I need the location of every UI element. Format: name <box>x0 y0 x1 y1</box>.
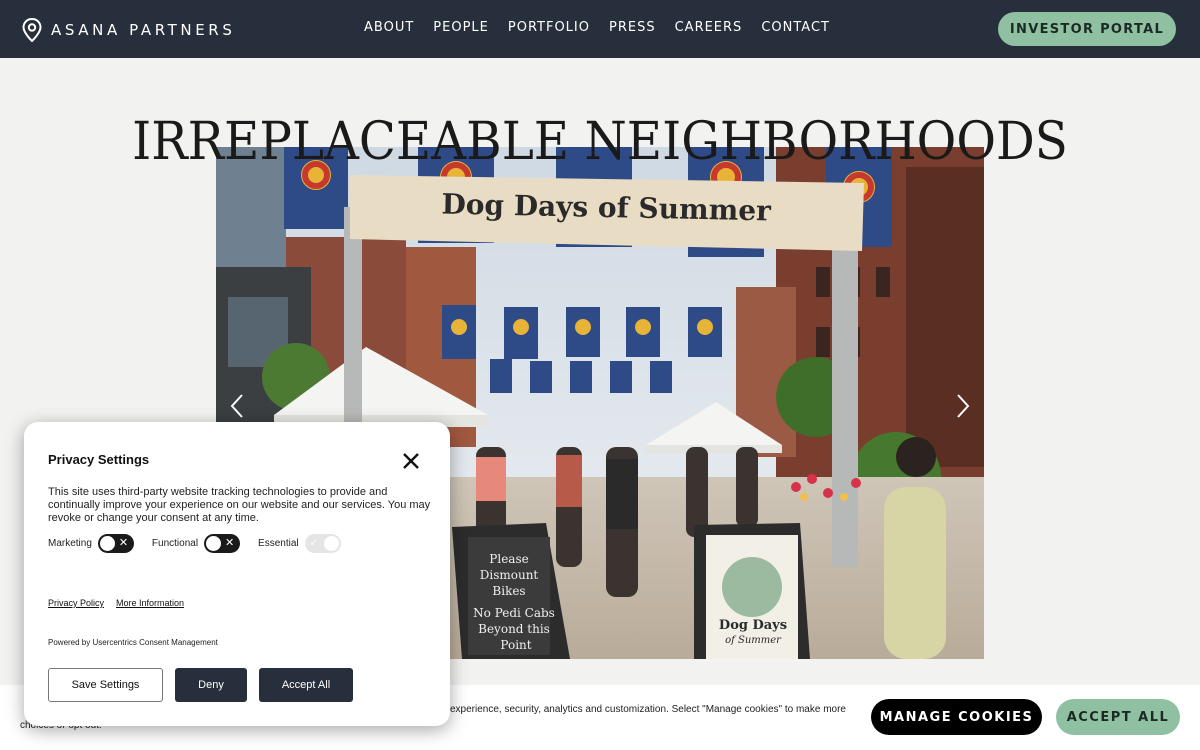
hero-title: IRREPLACEABLE NEIGHBORHOODS <box>132 112 1068 172</box>
more-information-link[interactable]: More Information <box>116 598 184 608</box>
x-mark-icon: ✕ <box>118 537 129 549</box>
consent-toggles: Marketing ✕ Functional ✕ Essential ✓ <box>48 534 359 553</box>
svg-text:Please: Please <box>489 552 528 566</box>
nav-portfolio[interactable]: PORTFOLIO <box>508 20 590 35</box>
main-nav: ABOUT PEOPLE PORTFOLIO PRESS CAREERS CON… <box>364 20 849 35</box>
toggle-knob <box>206 536 222 551</box>
svg-text:Point: Point <box>500 638 531 652</box>
powered-by-text: Powered by Usercentrics Consent Manageme… <box>48 638 218 647</box>
site-header: ASANA PARTNERS ABOUT PEOPLE PORTFOLIO PR… <box>0 0 1200 58</box>
privacy-settings-modal: Privacy Settings This site uses third-pa… <box>24 422 450 726</box>
chevron-left-icon[interactable] <box>226 392 250 420</box>
investor-portal-button[interactable]: INVESTOR PORTAL <box>998 12 1176 46</box>
save-settings-button[interactable]: Save Settings <box>48 668 163 702</box>
modal-links: Privacy Policy More Information <box>48 598 196 608</box>
svg-text:Dog Days: Dog Days <box>719 618 787 633</box>
nav-about[interactable]: ABOUT <box>364 20 414 35</box>
toggle-knob <box>323 536 339 551</box>
nav-people[interactable]: PEOPLE <box>433 20 489 35</box>
banner-text: Dog Days of Summer <box>441 188 772 228</box>
deny-button[interactable]: Deny <box>175 668 247 702</box>
location-pin-icon <box>22 18 42 42</box>
brand-name: ASANA PARTNERS <box>51 21 236 39</box>
accept-all-button[interactable]: Accept All <box>259 668 353 702</box>
svg-text:Bikes: Bikes <box>492 584 525 598</box>
toggle-label-marketing: Marketing <box>48 538 92 549</box>
manage-cookies-button[interactable]: MANAGE COOKIES <box>871 699 1042 735</box>
nav-careers[interactable]: CAREERS <box>675 20 743 35</box>
toggle-knob <box>99 536 115 551</box>
marketing-toggle[interactable]: ✕ <box>97 534 134 553</box>
close-icon[interactable] <box>400 450 422 472</box>
x-mark-icon: ✕ <box>225 537 235 549</box>
modal-title: Privacy Settings <box>48 452 150 467</box>
toggle-label-functional: Functional <box>151 538 199 549</box>
modal-description: This site uses third-party website track… <box>48 486 431 524</box>
check-icon: ✓ <box>309 538 319 549</box>
svg-text:of Summer: of Summer <box>725 635 782 646</box>
accept-all-cookies-button[interactable]: ACCEPT ALL <box>1056 699 1180 735</box>
toggle-label-essential: Essential <box>258 538 299 549</box>
svg-text:Beyond this: Beyond this <box>478 622 550 636</box>
privacy-policy-link[interactable]: Privacy Policy <box>48 598 104 608</box>
brand-logo[interactable]: ASANA PARTNERS <box>22 17 235 43</box>
nav-press[interactable]: PRESS <box>609 20 656 35</box>
nav-contact[interactable]: CONTACT <box>761 20 830 35</box>
svg-text:No Pedi Cabs: No Pedi Cabs <box>473 606 555 620</box>
essential-toggle: ✓ <box>304 534 341 553</box>
svg-text:Dismount: Dismount <box>480 568 539 582</box>
functional-toggle[interactable]: ✕ <box>204 534 241 553</box>
chevron-right-icon[interactable] <box>950 392 974 420</box>
